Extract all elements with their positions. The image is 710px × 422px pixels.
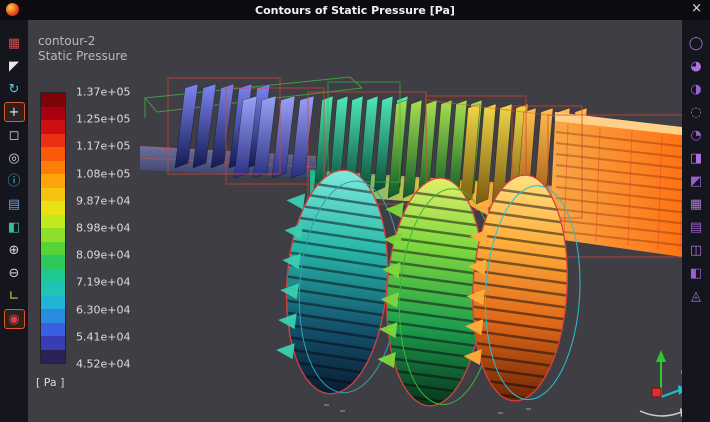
colorbar-ticks: 1.37e+05 1.25e+05 1.17e+05 1.08e+05 9.87e+04… (76, 86, 148, 371)
colorbar-tick-label: 8.98e+04 (76, 221, 131, 235)
section-ellipse-icon[interactable]: ◌ (686, 102, 707, 122)
colorbar-band (41, 349, 65, 363)
close-icon[interactable]: × (691, 1, 702, 16)
colorbar-unit: [ Pa ] (36, 376, 65, 389)
title-bar: Contours of Static Pressure [Pa] × (0, 0, 710, 20)
display-panel-icon[interactable]: ▤ (4, 194, 25, 214)
colorbar-band (41, 336, 65, 350)
box-icon[interactable]: ◧ (686, 263, 707, 283)
select-pointer-icon[interactable]: ◤ (4, 56, 25, 76)
colorbar-band (41, 255, 65, 269)
plot-icon[interactable]: ◩ (686, 171, 707, 191)
rotate-view-icon[interactable]: ↻ (4, 79, 25, 99)
scene-display-icon[interactable]: ▦ (4, 33, 25, 53)
colorbar-band (41, 309, 65, 323)
left-toolbar: ▦ ◤ ↻ + ◻ ◎ ⓘ ▤ ◧ ⊕ ⊖ ∟ ◉ (0, 20, 28, 422)
colorbar-tick-label: 6.30e+04 (76, 303, 131, 317)
ellipse-view-icon[interactable]: ◯ (686, 33, 707, 53)
camera-record-icon[interactable]: ◉ (3, 309, 25, 329)
colorbar-tick-label: 9.87e+04 (76, 194, 131, 208)
colorbar-tick-label: 1.25e+05 (76, 112, 131, 126)
colorbar-tick-label: 7.19e+04 (76, 275, 131, 289)
colorbar-tick-label: 8.09e+04 (76, 248, 131, 262)
mirror-icon[interactable]: ◨ (686, 148, 707, 168)
magnifier-icon[interactable]: ◎ (4, 148, 25, 168)
colorbar (40, 92, 66, 364)
colorbar-tick-label: 5.41e+04 (76, 330, 131, 344)
colorbar-band (41, 282, 65, 296)
list-icon[interactable]: ▤ (686, 217, 707, 237)
colorbar-tick-label: 1.37e+05 (76, 85, 131, 99)
zoom-box-icon[interactable]: ◻ (4, 125, 25, 145)
grid-icon[interactable]: ▦ (686, 194, 707, 214)
colorbar-tick-label: 1.17e+05 (76, 139, 131, 153)
pan-view-icon[interactable]: + (3, 102, 25, 122)
colorbar-band (41, 160, 65, 174)
legend-title: contour-2 Static Pressure (38, 34, 127, 64)
colorbar-band (41, 133, 65, 147)
colorbar-band (41, 228, 65, 242)
panel-icon[interactable]: ◫ (686, 240, 707, 260)
colorbar-band (41, 174, 65, 188)
info-icon[interactable]: ⓘ (4, 171, 25, 191)
window-title: Contours of Static Pressure [Pa] (255, 3, 455, 17)
colorbar-band (41, 93, 65, 107)
probe-icon[interactable]: ◬ (686, 286, 707, 306)
graphics-viewport[interactable]: contour-2 Static Pressure 1.37e+05 1.25e+… (28, 20, 682, 422)
colorbar-band (41, 241, 65, 255)
colorbar-band (41, 187, 65, 201)
colorbar-band (41, 120, 65, 134)
sphere-view-icon[interactable]: ◕ (686, 56, 707, 76)
orbit-view-icon[interactable]: ◑ (686, 79, 707, 99)
colorbar-band (41, 106, 65, 120)
orientation-triad (639, 350, 682, 417)
colorbar-tick-label: 4.52e+04 (76, 357, 131, 371)
colorbar-tick-label: 1.08e+05 (76, 167, 131, 181)
zoom-out-icon[interactable]: ⊖ (4, 263, 25, 283)
colorbar-band (41, 214, 65, 228)
colorbar-band (41, 322, 65, 336)
rotate-object-icon[interactable]: ◔ (686, 125, 707, 145)
app-icon (6, 3, 19, 16)
contour-name: contour-2 (38, 34, 96, 48)
colorbar-band (41, 147, 65, 161)
contour-tool-icon[interactable]: ◧ (4, 217, 25, 237)
axes-icon[interactable]: ∟ (4, 286, 25, 306)
contour-field: Static Pressure (38, 49, 128, 63)
colorbar-band (41, 268, 65, 282)
right-toolbar: ◯ ◕ ◑ ◌ ◔ ◨ ◩ ▦ ▤ ◫ ◧ ◬ (682, 20, 710, 422)
zoom-in-icon[interactable]: ⊕ (4, 240, 25, 260)
colorbar-band (41, 295, 65, 309)
colorbar-band (41, 201, 65, 215)
